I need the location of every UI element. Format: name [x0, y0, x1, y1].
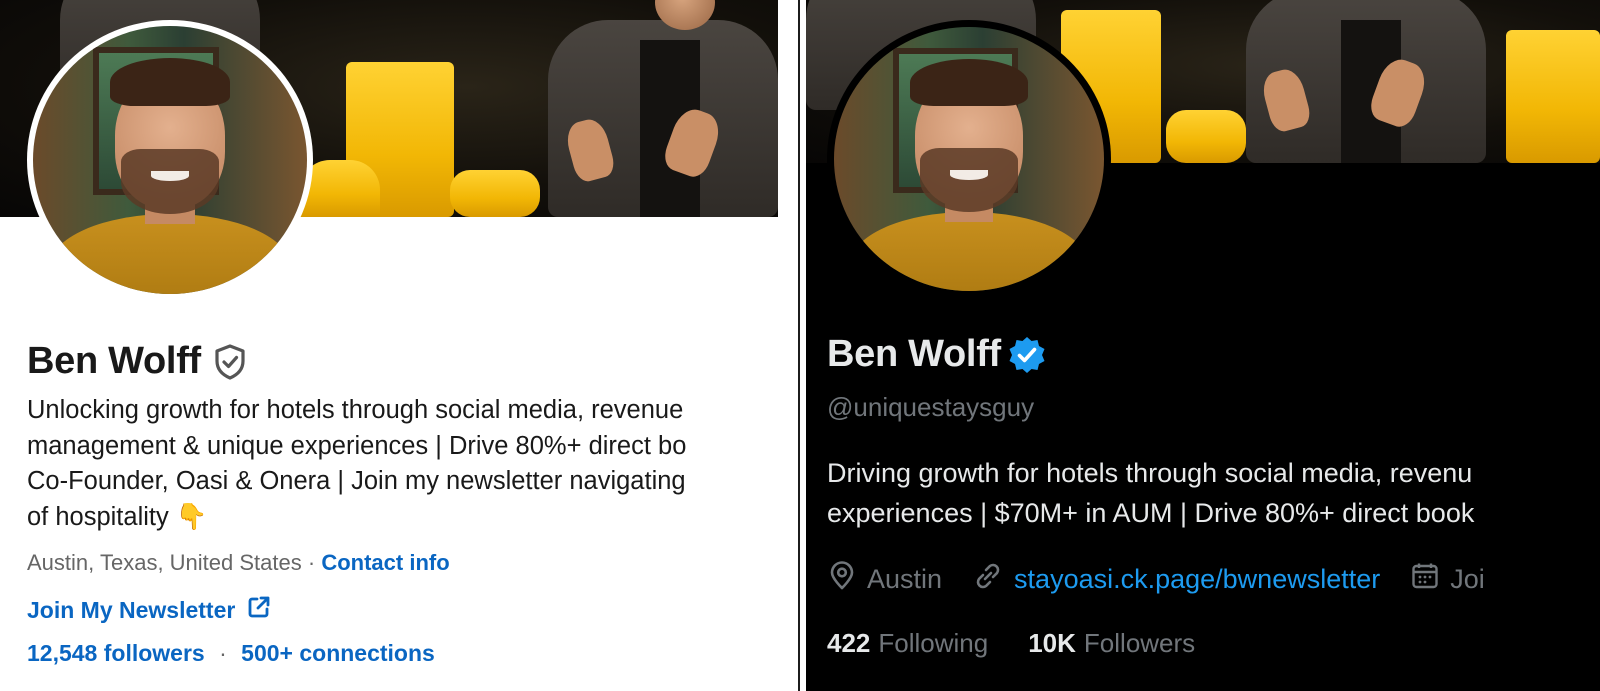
separator: · [307, 550, 316, 575]
linkedin-name-row: Ben Wolff [27, 340, 247, 383]
linkedin-headline: Unlocking growth for hotels through soci… [27, 393, 787, 535]
link-icon [972, 560, 1004, 599]
twitter-meta-row: Austin stayoasi.ck.page/bwnewsletter Joi [827, 560, 1515, 599]
website-link[interactable]: stayoasi.ck.page/bwnewsletter [1014, 564, 1380, 595]
headline-line: Co-Founder, Oasi & Onera | Join my newsl… [27, 467, 686, 495]
verified-shield-icon[interactable] [213, 343, 247, 380]
external-link-icon [247, 595, 271, 625]
headline-line: Unlocking growth for hotels through soci… [27, 396, 684, 424]
twitter-stats-row: 422 Following 10K Followers [827, 628, 1195, 659]
following-link[interactable]: 422 Following [827, 628, 988, 659]
twitter-avatar[interactable] [834, 27, 1104, 291]
newsletter-link-label: Join My Newsletter [27, 596, 236, 623]
headline-line: management & unique experiences | Drive … [27, 431, 687, 460]
connections-link[interactable]: 500+ connections [241, 640, 435, 666]
joined-item: Joi [1410, 561, 1485, 598]
linkedin-location: Austin, Texas, United States [27, 550, 302, 575]
linkedin-location-row: Austin, Texas, United States · Contact i… [27, 550, 450, 576]
linkedin-profile-name: Ben Wolff [27, 340, 201, 382]
website-item: stayoasi.ck.page/bwnewsletter [972, 560, 1380, 599]
twitter-bio: Driving growth for hotels through social… [827, 453, 1474, 533]
calendar-icon [1410, 561, 1440, 598]
twitter-location: Austin [867, 564, 943, 594]
followers-count: 10K [1028, 628, 1076, 658]
bio-line: experiences | $70M+ in AUM | Drive 80%+ … [827, 498, 1475, 528]
following-label: Following [878, 628, 989, 658]
linkedin-stats-row: 12,548 followers · 500+ connections [27, 640, 435, 667]
location-item: Austin [827, 561, 942, 598]
followers-link[interactable]: 10K Followers [1028, 628, 1195, 659]
headline-line: of hospitality 👇 [27, 502, 208, 531]
linkedin-profile-panel: Ben Wolff Unlocking growth for hotels th… [0, 0, 792, 691]
panel-divider [792, 0, 806, 691]
following-count: 422 [827, 628, 871, 658]
separator: · [219, 640, 227, 666]
contact-info-link[interactable]: Contact info [321, 550, 449, 575]
twitter-profile-panel: Ben Wolff @uniquestaysguy Driving growth… [806, 0, 1600, 691]
bio-line: Driving growth for hotels through social… [827, 458, 1473, 488]
twitter-name-row: Ben Wolff [827, 333, 1047, 376]
followers-link[interactable]: 12,548 followers [27, 640, 205, 666]
verified-badge-icon[interactable] [1007, 335, 1047, 375]
twitter-joined: Joi [1450, 564, 1485, 594]
followers-label: Followers [1083, 628, 1196, 658]
twitter-profile-name: Ben Wolff [827, 333, 1001, 375]
linkedin-avatar[interactable] [33, 26, 307, 294]
newsletter-link[interactable]: Join My Newsletter [27, 595, 271, 625]
location-pin-icon [827, 561, 857, 598]
twitter-handle: @uniquestaysguy [827, 392, 1035, 422]
